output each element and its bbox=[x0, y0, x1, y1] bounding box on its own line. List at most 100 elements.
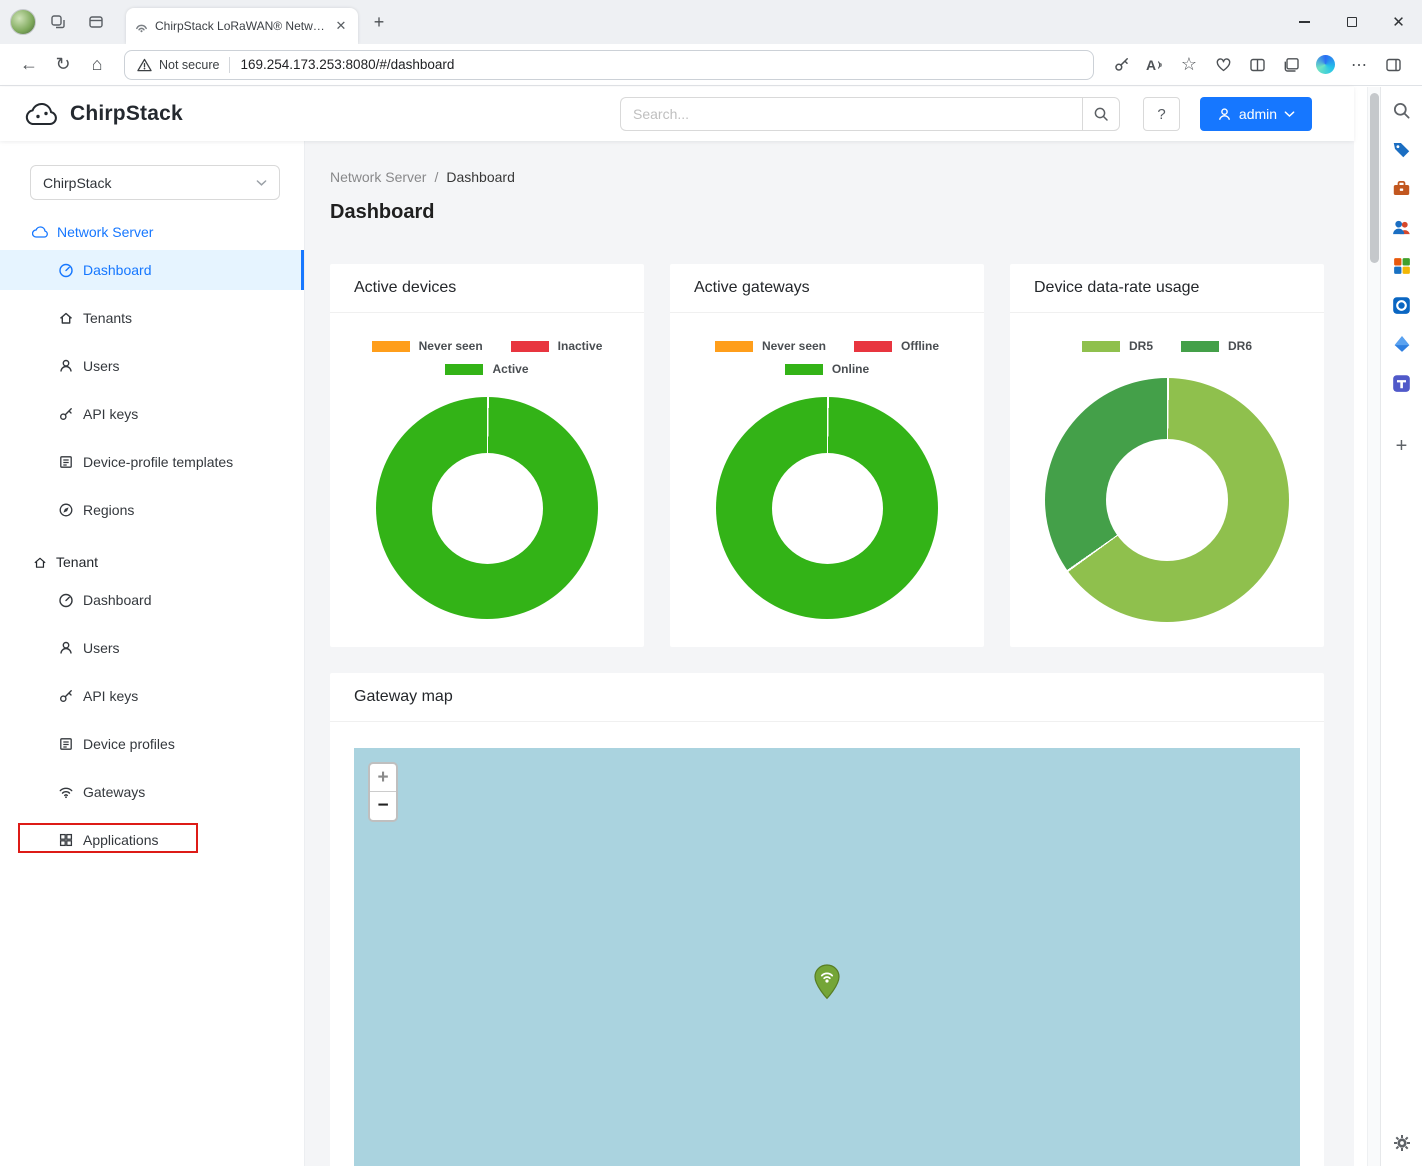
sidebar-toggle-icon[interactable] bbox=[1376, 49, 1410, 81]
collections-icon[interactable] bbox=[1274, 49, 1308, 81]
card-title: Active gateways bbox=[670, 264, 984, 313]
sidebar-item-device-profiles[interactable]: Device profiles bbox=[0, 724, 304, 764]
home-button[interactable]: ⌂ bbox=[80, 49, 114, 81]
edge-people-icon[interactable] bbox=[1391, 216, 1413, 238]
more-menu-icon[interactable]: ⋯ bbox=[1342, 49, 1376, 81]
back-button[interactable]: ← bbox=[12, 49, 46, 81]
compass-icon bbox=[58, 502, 74, 518]
chirpstack-logo[interactable]: ChirpStack bbox=[24, 87, 183, 141]
user-icon bbox=[58, 358, 74, 374]
edge-teams-icon[interactable] bbox=[1391, 372, 1413, 394]
active-gateways-donut-chart bbox=[716, 397, 938, 619]
sidebar-item-regions[interactable]: Regions bbox=[0, 490, 304, 530]
zoom-out-button[interactable]: − bbox=[370, 792, 396, 820]
legend-swatch bbox=[715, 341, 753, 352]
gateway-marker-icon[interactable] bbox=[813, 964, 841, 1005]
user-icon bbox=[1217, 107, 1232, 122]
user-label: admin bbox=[1239, 106, 1277, 122]
edge-drop-icon[interactable] bbox=[1391, 333, 1413, 355]
zoom-in-button[interactable]: + bbox=[370, 764, 396, 792]
sidebar-item-ns-dashboard[interactable]: Dashboard bbox=[0, 250, 304, 290]
not-secure-label[interactable]: Not secure bbox=[159, 58, 219, 72]
edge-m365-icon[interactable] bbox=[1391, 255, 1413, 277]
edge-search-icon[interactable] bbox=[1391, 99, 1413, 121]
legend-item[interactable]: Inactive bbox=[511, 339, 603, 353]
section-network-server[interactable]: Network Server bbox=[32, 224, 304, 240]
legend-item[interactable]: Never seen bbox=[715, 339, 826, 353]
browser-navbar: ← ↻ ⌂ Not secure 169.254.173.253:8080/#/… bbox=[0, 44, 1422, 86]
profile-avatar[interactable] bbox=[10, 9, 36, 35]
card-active-devices: Active devices Never seen Inactive Activ… bbox=[330, 264, 644, 647]
close-button[interactable]: ✕ bbox=[1375, 0, 1422, 44]
minimize-button[interactable] bbox=[1281, 0, 1328, 44]
breadcrumb-root[interactable]: Network Server bbox=[330, 169, 426, 185]
legend-item[interactable]: Active bbox=[445, 362, 528, 376]
sidebar-item-device-profile-templates[interactable]: Device-profile templates bbox=[0, 442, 304, 482]
sidebar-item-applications[interactable]: Applications bbox=[0, 820, 304, 860]
scrollbar-thumb[interactable] bbox=[1370, 93, 1379, 263]
password-key-icon[interactable] bbox=[1104, 49, 1138, 81]
legend-swatch bbox=[372, 341, 410, 352]
legend-label: Inactive bbox=[558, 339, 603, 353]
workspaces-icon[interactable] bbox=[42, 6, 74, 38]
edge-shopping-icon[interactable] bbox=[1391, 138, 1413, 160]
sidebar-item-label: Device profiles bbox=[83, 736, 175, 752]
tab-close-icon[interactable]: ✕ bbox=[332, 17, 350, 35]
sidebar-item-label: Device-profile templates bbox=[83, 454, 233, 470]
url-text[interactable]: 169.254.173.253:8080/#/dashboard bbox=[240, 57, 454, 72]
card-title: Device data-rate usage bbox=[1010, 264, 1324, 313]
sidebar-item-ns-users[interactable]: Users bbox=[0, 346, 304, 386]
chart-legend: Never seen Offline bbox=[715, 339, 939, 353]
search-input[interactable] bbox=[620, 97, 1082, 131]
sidebar-item-tenant-api-keys[interactable]: API keys bbox=[0, 676, 304, 716]
split-screen-icon[interactable] bbox=[1240, 49, 1274, 81]
legend-label: Online bbox=[832, 362, 869, 376]
sidebar-item-ns-api-keys[interactable]: API keys bbox=[0, 394, 304, 434]
legend-item[interactable]: DR5 bbox=[1082, 339, 1153, 353]
section-tenant[interactable]: Tenant bbox=[32, 554, 304, 570]
new-tab-button[interactable]: + bbox=[364, 7, 394, 37]
browser-titlebar: ChirpStack LoRaWAN® Network ✕ + ✕ bbox=[0, 0, 1422, 44]
breadcrumb: Network Server / Dashboard bbox=[330, 169, 1324, 185]
legend-item[interactable]: Offline bbox=[854, 339, 939, 353]
breadcrumb-current: Dashboard bbox=[446, 169, 515, 185]
edge-outlook-icon[interactable] bbox=[1391, 294, 1413, 316]
refresh-button[interactable]: ↻ bbox=[46, 49, 80, 81]
legend-item[interactable]: Online bbox=[785, 362, 869, 376]
search-button[interactable] bbox=[1082, 97, 1120, 131]
copilot-icon[interactable] bbox=[1308, 49, 1342, 81]
user-menu-button[interactable]: admin bbox=[1200, 97, 1312, 131]
maximize-button[interactable] bbox=[1328, 0, 1375, 44]
legend-item[interactable]: DR6 bbox=[1181, 339, 1252, 353]
wifi-icon bbox=[58, 784, 74, 800]
url-bar[interactable]: Not secure 169.254.173.253:8080/#/dashbo… bbox=[124, 50, 1094, 80]
sidebar-item-tenant-dashboard[interactable]: Dashboard bbox=[0, 580, 304, 620]
read-aloud-icon[interactable]: A bbox=[1138, 49, 1172, 81]
legend-swatch bbox=[854, 341, 892, 352]
sidebar-item-tenants[interactable]: Tenants bbox=[0, 298, 304, 338]
card-active-gateways: Active gateways Never seen Offline Onlin… bbox=[670, 264, 984, 647]
tab-actions-icon[interactable] bbox=[80, 6, 112, 38]
dashboard-icon bbox=[58, 592, 74, 608]
favorites-star-icon[interactable]: ☆ bbox=[1172, 49, 1206, 81]
page-scrollbar[interactable] bbox=[1367, 87, 1380, 1166]
sidebar-item-gateways[interactable]: Gateways bbox=[0, 772, 304, 812]
legend-swatch bbox=[785, 364, 823, 375]
legend-item[interactable]: Never seen bbox=[372, 339, 483, 353]
edge-tools-briefcase-icon[interactable] bbox=[1391, 177, 1413, 199]
edge-add-app-icon[interactable]: + bbox=[1391, 435, 1413, 457]
legend-swatch bbox=[445, 364, 483, 375]
search-icon bbox=[1093, 106, 1109, 122]
breadcrumb-separator: / bbox=[434, 169, 438, 185]
edge-settings-gear-icon[interactable] bbox=[1391, 1132, 1413, 1154]
help-button[interactable]: ? bbox=[1143, 97, 1180, 131]
browser-essentials-icon[interactable] bbox=[1206, 49, 1240, 81]
sidebar-item-label: API keys bbox=[83, 688, 138, 704]
browser-tab[interactable]: ChirpStack LoRaWAN® Network ✕ bbox=[126, 8, 358, 44]
sidebar-item-tenant-users[interactable]: Users bbox=[0, 628, 304, 668]
legend-label: Never seen bbox=[762, 339, 826, 353]
gateway-map[interactable]: + − bbox=[354, 748, 1300, 1166]
user-icon bbox=[58, 640, 74, 656]
tenant-selector[interactable]: ChirpStack bbox=[30, 165, 280, 200]
chart-legend: Active bbox=[445, 362, 528, 376]
